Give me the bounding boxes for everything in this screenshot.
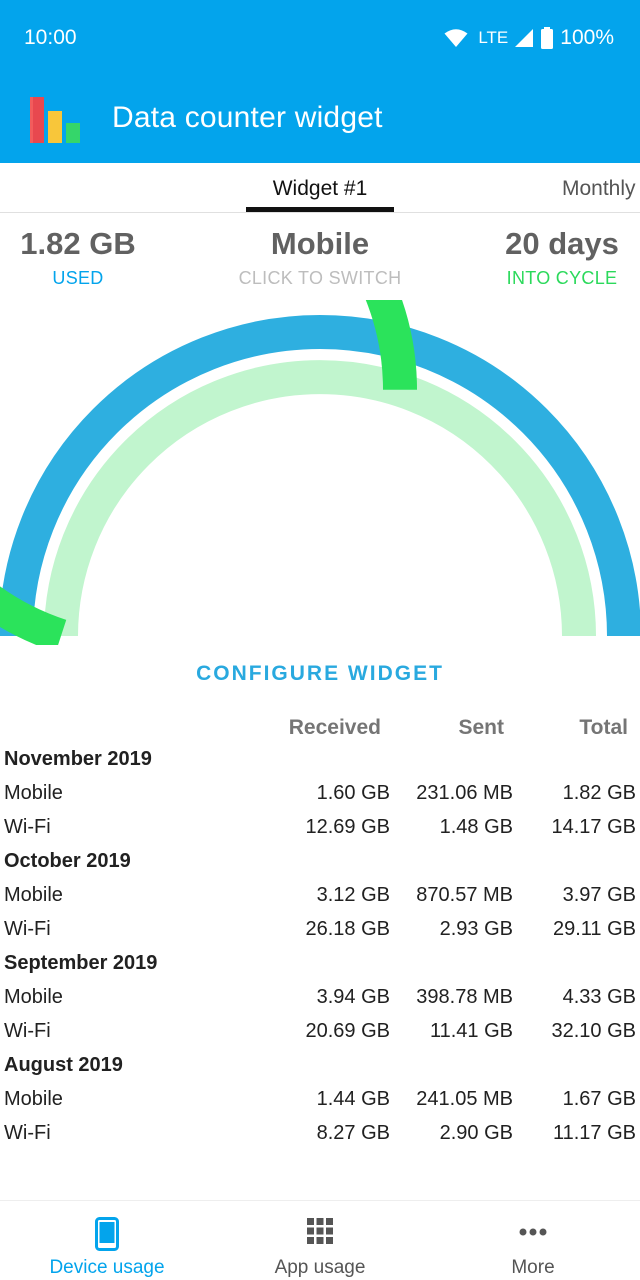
usage-table: Received Sent Total November 2019 Mobile… [0, 712, 640, 1152]
row-name: Mobile [4, 986, 63, 1008]
row-name: Wi-Fi [4, 1122, 51, 1144]
row-total: 32.10 GB [551, 1020, 636, 1042]
table-row: Mobile 3.12 GB 870.57 MB 3.97 GB [0, 880, 640, 914]
row-sent: 398.78 MB [416, 986, 513, 1008]
network-type: LTE [478, 28, 509, 47]
used-summary: 1.82 GB USED [18, 226, 138, 289]
app-bar: 10:00 LTE 100% Data counter widget [0, 0, 640, 163]
tab-widget-1[interactable]: Widget #1 [246, 177, 394, 201]
row-sent: 2.93 GB [439, 918, 513, 940]
row-total: 14.17 GB [551, 816, 636, 838]
row-sent: 1.48 GB [439, 816, 513, 838]
month-label: September 2019 [4, 952, 158, 974]
month-label: August 2019 [4, 1054, 123, 1076]
nav-app-usage-label[interactable]: App usage [230, 1257, 410, 1279]
month-label: November 2019 [4, 748, 152, 770]
network-switch[interactable]: Mobile CLICK TO SWITCH [232, 226, 408, 289]
header-received: Received [288, 716, 381, 739]
gauge-remaining-arc [44, 360, 596, 637]
row-sent: 2.90 GB [439, 1122, 513, 1144]
app-logo-icon [30, 97, 80, 143]
app-title: Data counter widget [112, 101, 383, 134]
battery-icon [541, 27, 554, 49]
row-sent: 11.41 GB [429, 1020, 513, 1042]
cycle-summary: 20 days INTO CYCLE [496, 226, 628, 289]
table-header: Received Sent Total [0, 712, 640, 744]
more-dots-icon [519, 1228, 547, 1236]
nav-more[interactable]: More [443, 1201, 623, 1280]
row-received: 3.12 GB [316, 884, 390, 906]
nav-device-usage[interactable]: Device usage [17, 1201, 197, 1280]
row-total: 1.67 GB [562, 1088, 636, 1110]
bottom-navigation: Device usage App usage More [0, 1200, 640, 1280]
row-total: 29.11 GB [552, 918, 636, 940]
month-row: September 2019 [0, 948, 640, 982]
row-sent: 241.05 MB [416, 1088, 513, 1110]
row-total: 3.97 GB [562, 884, 636, 906]
row-name: Mobile [4, 782, 63, 804]
row-sent: 870.57 MB [416, 884, 513, 906]
row-name: Wi-Fi [4, 816, 51, 838]
tab-bar: Widget #1 Monthly [0, 163, 640, 213]
cycle-label: INTO CYCLE [506, 268, 618, 288]
row-total: 1.82 GB [562, 782, 636, 804]
nav-app-usage[interactable]: App usage [230, 1201, 410, 1280]
table-row: Wi-Fi 26.18 GB 2.93 GB 29.11 GB [0, 914, 640, 948]
wifi-icon [444, 29, 468, 47]
row-total: 4.33 GB [562, 986, 636, 1008]
month-row: October 2019 [0, 846, 640, 880]
cycle-value: 20 days [505, 226, 619, 261]
month-label: October 2019 [4, 850, 131, 872]
row-received: 1.44 GB [316, 1088, 390, 1110]
tab-indicator [246, 207, 394, 212]
row-total: 11.17 GB [552, 1122, 636, 1144]
network-value[interactable]: Mobile [232, 226, 408, 262]
battery-percent: 100% [560, 26, 614, 49]
configure-widget-button[interactable]: CONFIGURE WIDGET [0, 662, 640, 686]
usage-gauge [0, 300, 640, 645]
row-name: Wi-Fi [4, 1020, 51, 1042]
network-switch-label[interactable]: CLICK TO SWITCH [232, 268, 408, 289]
row-received: 12.69 GB [305, 816, 390, 838]
used-label: USED [52, 268, 104, 288]
table-row: Wi-Fi 20.69 GB 11.41 GB 32.10 GB [0, 1016, 640, 1050]
phone-icon [95, 1217, 119, 1251]
table-row: Mobile 1.44 GB 241.05 MB 1.67 GB [0, 1084, 640, 1118]
status-time: 10:00 [24, 26, 77, 49]
signal-icon [515, 29, 534, 47]
row-received: 8.27 GB [316, 1122, 390, 1144]
table-row: Wi-Fi 8.27 GB 2.90 GB 11.17 GB [0, 1118, 640, 1152]
row-sent: 231.06 MB [416, 782, 513, 804]
table-row: Mobile 3.94 GB 398.78 MB 4.33 GB [0, 982, 640, 1016]
grid-icon [307, 1218, 333, 1244]
row-name: Wi-Fi [4, 918, 51, 940]
row-name: Mobile [4, 884, 63, 906]
header-sent: Sent [458, 716, 504, 739]
table-row: Wi-Fi 12.69 GB 1.48 GB 14.17 GB [0, 812, 640, 846]
row-name: Mobile [4, 1088, 63, 1110]
tab-monthly[interactable]: Monthly [562, 177, 636, 201]
month-row: November 2019 [0, 744, 640, 778]
table-row: Mobile 1.60 GB 231.06 MB 1.82 GB [0, 778, 640, 812]
nav-more-label[interactable]: More [443, 1257, 623, 1279]
row-received: 3.94 GB [316, 986, 390, 1008]
nav-device-usage-label[interactable]: Device usage [17, 1257, 197, 1279]
row-received: 1.60 GB [316, 782, 390, 804]
row-received: 26.18 GB [305, 918, 390, 940]
header-total: Total [579, 716, 628, 739]
month-row: August 2019 [0, 1050, 640, 1084]
used-value: 1.82 GB [20, 226, 136, 261]
row-received: 20.69 GB [305, 1020, 390, 1042]
status-icons: LTE 100% [444, 26, 614, 50]
